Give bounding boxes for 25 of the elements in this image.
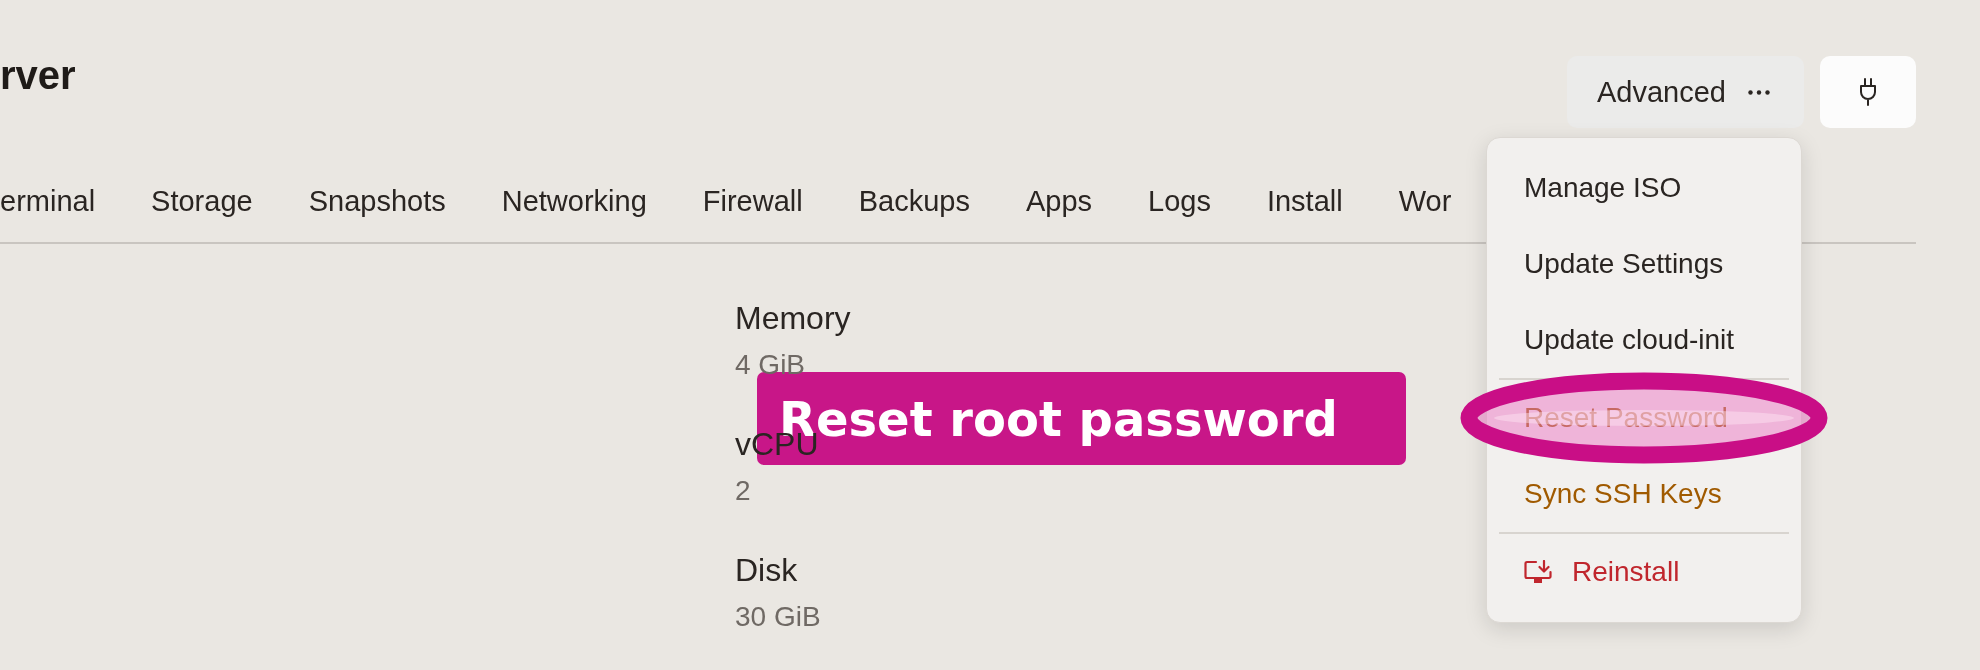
spec-label: Disk xyxy=(735,551,798,589)
tab[interactable]: Install xyxy=(1266,160,1343,242)
spec-value: 2 xyxy=(735,474,751,508)
tab[interactable]: Backups xyxy=(858,160,970,242)
tab[interactable]: Logs xyxy=(1148,160,1211,242)
menu-item[interactable]: Update cloud-init xyxy=(1487,302,1801,378)
page-title: rver xyxy=(0,52,76,98)
tab[interactable]: Wor xyxy=(1398,160,1452,242)
menu-item[interactable]: Manage ISO xyxy=(1487,150,1801,226)
advanced-button[interactable]: Advanced xyxy=(1567,56,1804,128)
tab[interactable]: Snapshots xyxy=(308,160,446,242)
plug-icon xyxy=(1859,78,1877,106)
menu-item[interactable]: Reinstall xyxy=(1487,534,1801,610)
tab[interactable]: Storage xyxy=(151,160,253,242)
menu-item[interactable]: Update Settings xyxy=(1487,226,1801,302)
tab[interactable]: Networking xyxy=(501,160,647,242)
more-icon xyxy=(1748,89,1770,95)
spec-value: 30 GiB xyxy=(735,600,821,634)
spec-label: Memory xyxy=(735,299,851,337)
monitor-download-icon xyxy=(1524,559,1552,585)
menu-item[interactable]: Sync SSH Keys xyxy=(1487,456,1801,532)
tab[interactable]: Apps xyxy=(1025,160,1093,242)
plug-button[interactable] xyxy=(1820,56,1916,128)
tab[interactable]: erminal xyxy=(0,160,96,242)
tab[interactable]: Firewall xyxy=(702,160,803,242)
